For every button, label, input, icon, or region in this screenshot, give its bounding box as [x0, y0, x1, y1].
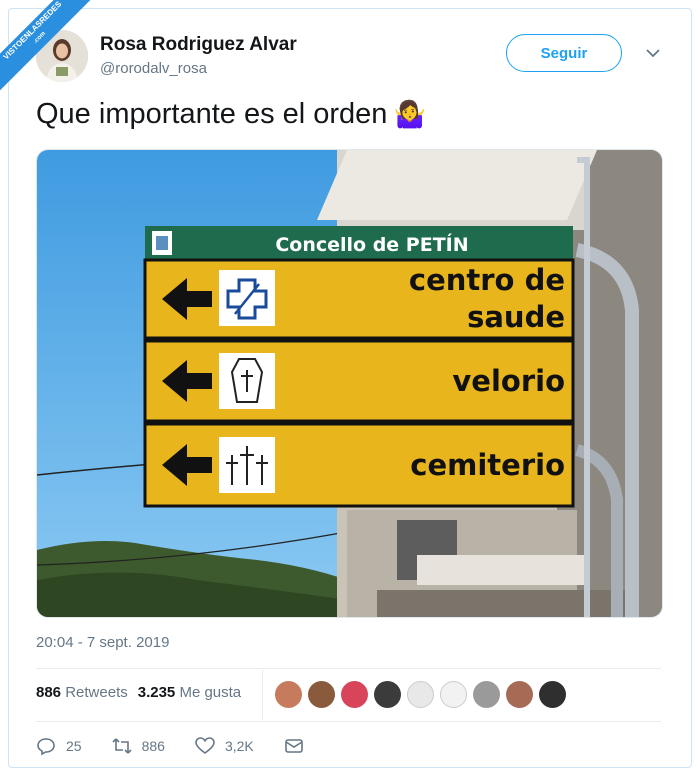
liker-avatar[interactable]	[539, 681, 566, 708]
tweet-timestamp[interactable]: 20:04 - 7 sept. 2019	[36, 634, 169, 651]
retweet-icon	[112, 738, 132, 754]
reply-button[interactable]: 25	[36, 736, 82, 756]
liker-avatar[interactable]	[440, 681, 467, 708]
message-button[interactable]	[284, 736, 304, 756]
tweet-actions: 25 886 3,2K	[36, 736, 334, 756]
heart-icon	[195, 737, 215, 754]
liker-avatar[interactable]	[506, 681, 533, 708]
liker-avatar[interactable]	[308, 681, 335, 708]
chevron-down-icon[interactable]	[644, 44, 662, 62]
like-count: 3,2K	[224, 738, 254, 754]
liker-avatar[interactable]	[374, 681, 401, 708]
follow-button[interactable]: Seguir	[506, 34, 622, 72]
reply-count: 25	[66, 738, 82, 754]
reply-icon	[37, 738, 55, 756]
author-handle[interactable]: @rorodalv_rosa	[100, 60, 207, 77]
shrug-emoji-icon: 🤷‍♀️	[393, 99, 426, 129]
watermark-text: VISTOENLASREDES .com	[0, 0, 100, 98]
envelope-icon	[284, 739, 303, 753]
road-sign-photo: Concello de PETÍN centro de saude velori…	[37, 150, 662, 617]
sign-row1-line1: centro de	[409, 263, 565, 297]
likes-stat[interactable]: 3.235 Me gusta	[138, 684, 241, 701]
divider	[36, 721, 661, 722]
watermark-ribbon: VISTOENLASREDES .com	[0, 0, 110, 110]
retweets-stat[interactable]: 886 Retweets	[36, 684, 128, 701]
liker-avatar[interactable]	[473, 681, 500, 708]
tweet-header: Rosa Rodriguez Alvar @rorodalv_rosa Segu…	[36, 28, 666, 84]
sign-row1-line2: saude	[467, 300, 565, 334]
stats-separator	[262, 670, 263, 720]
sign-header: Concello de PETÍN	[275, 233, 468, 256]
liker-avatar[interactable]	[341, 681, 368, 708]
liker-avatar[interactable]	[407, 681, 434, 708]
like-button[interactable]: 3,2K	[195, 736, 254, 756]
tweet-photo[interactable]: Concello de PETÍN centro de saude velori…	[36, 149, 663, 618]
divider	[36, 668, 661, 669]
sign-row3-label: cemiterio	[410, 448, 565, 482]
author-name[interactable]: Rosa Rodriguez Alvar	[100, 34, 297, 56]
likers-avatars	[275, 681, 566, 708]
liker-avatar[interactable]	[275, 681, 302, 708]
retweet-button[interactable]: 886	[112, 736, 165, 756]
retweet-count: 886	[141, 738, 165, 754]
sign-row2-label: velorio	[452, 364, 565, 398]
engagement-stats: 886 Retweets 3.235 Me gusta	[36, 684, 241, 701]
